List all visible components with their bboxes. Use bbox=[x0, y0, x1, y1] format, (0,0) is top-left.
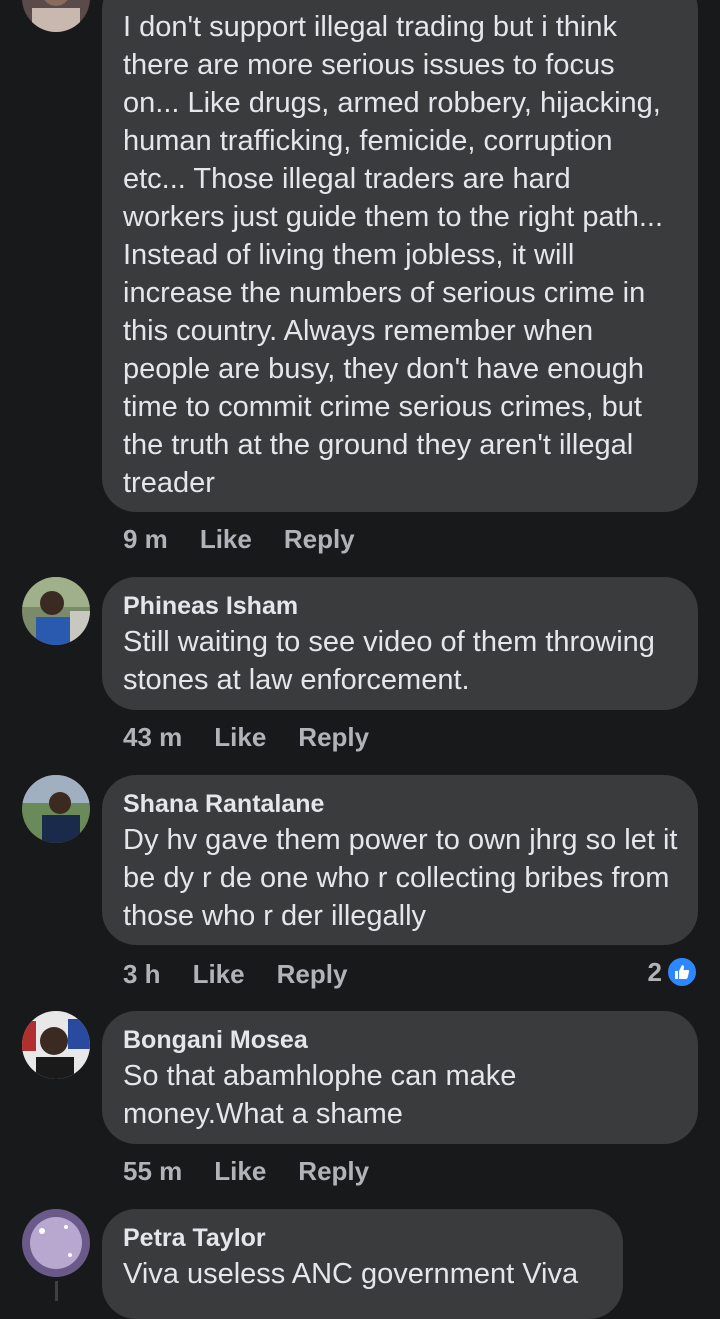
thumbs-up-icon bbox=[666, 956, 698, 988]
comment-actions: 55 m Like Reply bbox=[123, 1154, 401, 1188]
comment-text: So that abamhlophe can make money.What a… bbox=[123, 1060, 517, 1130]
comment-text: Viva useless ANC government Viva bbox=[123, 1258, 579, 1290]
avatar-image bbox=[22, 1209, 90, 1277]
comment-bubble: I don't support illegal trading but i th… bbox=[102, 0, 698, 512]
comment-bubble: Bongani Mosea So that abamhlophe can mak… bbox=[102, 1011, 698, 1144]
comment-time: 43 m bbox=[123, 722, 183, 752]
comment-actions: 43 m Like Reply bbox=[123, 720, 401, 754]
like-button[interactable]: Like bbox=[200, 524, 252, 554]
comment-4: Bongani Mosea So that abamhlophe can mak… bbox=[0, 1011, 720, 1203]
comment-bubble: Phineas Isham Still waiting to see video… bbox=[102, 577, 698, 710]
comment-2: Phineas Isham Still waiting to see video… bbox=[0, 577, 720, 767]
reply-button[interactable]: Reply bbox=[298, 1156, 369, 1186]
reply-button[interactable]: Reply bbox=[284, 524, 355, 554]
comment-author[interactable]: Shana Rantalane bbox=[123, 787, 678, 821]
avatar-image bbox=[22, 1011, 90, 1079]
comment-text: I don't support illegal trading but i th… bbox=[123, 11, 663, 499]
avatar[interactable] bbox=[22, 577, 90, 645]
avatar[interactable] bbox=[22, 775, 90, 843]
comment-bubble: Shana Rantalane Dy hv gave them power to… bbox=[102, 775, 698, 945]
comment-time: 9 m bbox=[123, 524, 168, 554]
avatar-image bbox=[22, 775, 90, 843]
avatar[interactable] bbox=[22, 1209, 90, 1277]
comment-time: 3 h bbox=[123, 959, 161, 989]
avatar[interactable] bbox=[22, 0, 90, 32]
comment-author[interactable]: Petra Taylor bbox=[123, 1221, 603, 1255]
thread-line bbox=[55, 1281, 58, 1301]
comment-1: I don't support illegal trading but i th… bbox=[0, 0, 720, 570]
comment-author[interactable]: Bongani Mosea bbox=[123, 1023, 678, 1057]
comment-actions: 3 h Like Reply bbox=[123, 957, 379, 991]
comment-5: Petra Taylor Viva useless ANC government… bbox=[0, 1209, 720, 1319]
reaction-count: 2 bbox=[647, 957, 662, 987]
reply-button[interactable]: Reply bbox=[298, 722, 369, 752]
reaction-summary[interactable]: 2 bbox=[648, 955, 698, 989]
avatar-image bbox=[22, 0, 90, 32]
comment-text: Dy hv gave them power to own jhrg so let… bbox=[123, 824, 678, 932]
like-button[interactable]: Like bbox=[214, 722, 266, 752]
avatar-image bbox=[22, 577, 90, 645]
comment-bubble: Petra Taylor Viva useless ANC government… bbox=[102, 1209, 623, 1319]
comment-3: Shana Rantalane Dy hv gave them power to… bbox=[0, 775, 720, 1005]
avatar[interactable] bbox=[22, 1011, 90, 1079]
comment-actions: 9 m Like Reply bbox=[123, 522, 387, 556]
comment-text: Still waiting to see video of them throw… bbox=[123, 626, 655, 696]
comment-author[interactable]: Phineas Isham bbox=[123, 589, 678, 623]
comment-time: 55 m bbox=[123, 1156, 183, 1186]
like-button[interactable]: Like bbox=[193, 959, 245, 989]
reply-button[interactable]: Reply bbox=[277, 959, 348, 989]
like-button[interactable]: Like bbox=[214, 1156, 266, 1186]
